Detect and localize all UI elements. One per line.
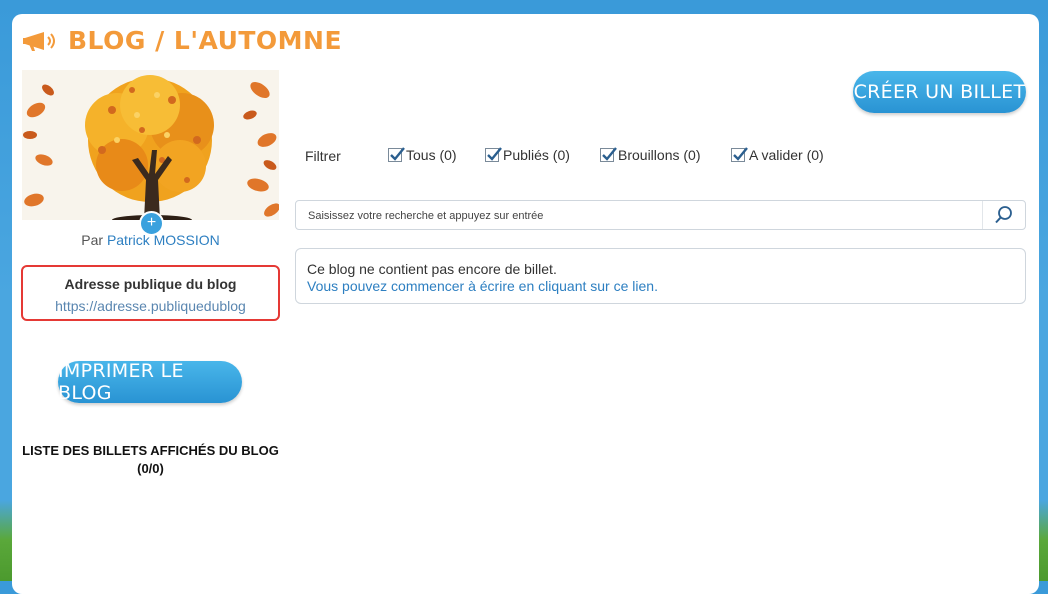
public-address-title: Adresse publique du blog bbox=[64, 276, 237, 292]
start-writing-link[interactable]: Vous pouvez commencer à écrire en cliqua… bbox=[307, 278, 658, 294]
filter-published-label: Publiés (0) bbox=[503, 147, 570, 163]
page-title: BLOG / L'AUTOMNE bbox=[68, 26, 343, 55]
checkbox-checked-icon[interactable] bbox=[600, 147, 617, 162]
filter-all[interactable]: Tous (0) bbox=[388, 147, 457, 163]
print-blog-button[interactable]: IMPRIMER LE BLOG bbox=[58, 360, 242, 404]
checkbox-checked-icon[interactable] bbox=[731, 147, 748, 162]
blog-panel: BLOG / L'AUTOMNE + Par Patrick MOSSION A… bbox=[12, 14, 1039, 594]
posts-list-title: LISTE DES BILLETS AFFICHÉS DU BLOG (0/0) bbox=[22, 443, 279, 476]
checkbox-checked-icon[interactable] bbox=[485, 147, 502, 162]
create-post-button[interactable]: CRÉER UN BILLET bbox=[853, 71, 1026, 113]
checkbox-checked-icon[interactable] bbox=[388, 147, 405, 162]
filter-to-validate-label: A valider (0) bbox=[749, 147, 824, 163]
empty-state-box: Ce blog ne contient pas encore de billet… bbox=[295, 248, 1026, 304]
public-address-box: Adresse publique du blog https://adresse… bbox=[21, 265, 280, 321]
empty-state-message: Ce blog ne contient pas encore de billet… bbox=[307, 261, 557, 277]
search-button[interactable] bbox=[982, 201, 1025, 229]
filter-to-validate[interactable]: A valider (0) bbox=[731, 147, 824, 163]
author-line: Par Patrick MOSSION bbox=[22, 232, 279, 248]
megaphone-icon bbox=[23, 31, 55, 51]
author-prefix: Par bbox=[81, 232, 104, 248]
search-bar bbox=[295, 200, 1026, 231]
public-address-link[interactable]: https://adresse.publiquedublog bbox=[23, 298, 278, 314]
filter-published[interactable]: Publiés (0) bbox=[485, 147, 570, 163]
blog-cover-image[interactable] bbox=[22, 70, 279, 220]
search-icon bbox=[995, 206, 1012, 224]
page-header: BLOG / L'AUTOMNE bbox=[22, 26, 342, 55]
author-link[interactable]: Patrick MOSSION bbox=[107, 232, 220, 248]
autumn-tree-illustration bbox=[22, 70, 279, 220]
filter-drafts-label: Brouillons (0) bbox=[618, 147, 701, 163]
filter-label: Filtrer bbox=[305, 148, 341, 164]
filter-drafts[interactable]: Brouillons (0) bbox=[600, 147, 700, 163]
search-input[interactable] bbox=[306, 201, 980, 231]
filter-all-label: Tous (0) bbox=[406, 147, 457, 163]
